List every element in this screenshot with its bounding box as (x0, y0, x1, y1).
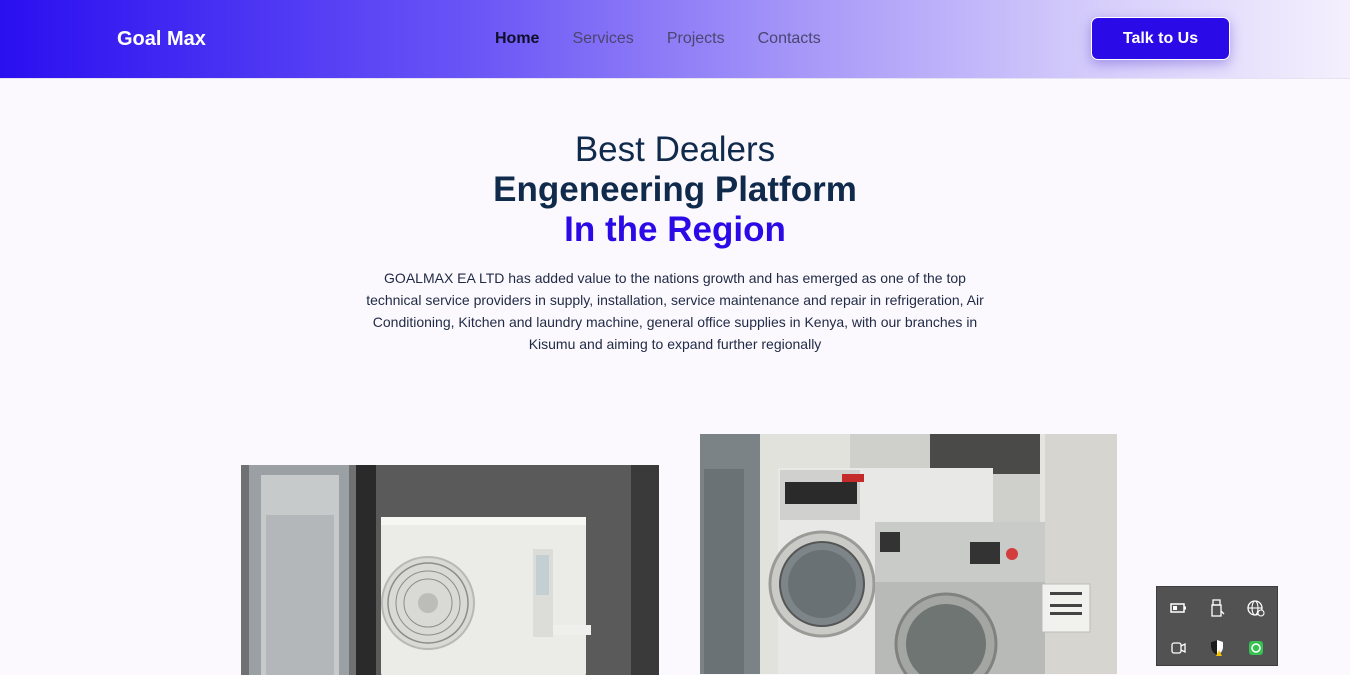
usb-drive-icon[interactable] (1206, 597, 1228, 619)
nav-item-services[interactable]: Services (572, 30, 633, 48)
air-conditioner-outdoor-unit-photo (241, 465, 659, 675)
talk-to-us-button[interactable]: Talk to Us (1091, 17, 1230, 60)
nav-item-projects[interactable]: Projects (667, 30, 725, 48)
laundry-machines-photo (700, 434, 1117, 674)
battery-icon[interactable] (1167, 597, 1189, 619)
hero-line-2: Engeneering Platform (493, 170, 857, 209)
hero-description: GOALMAX EA LTD has added value to the na… (366, 270, 984, 352)
top-navbar: Goal Max Home Services Projects Contacts… (0, 0, 1350, 79)
hero-heading: Best Dealers Engeneering Platform In the… (0, 130, 1350, 250)
system-tray-overflow (1156, 586, 1278, 666)
nav-item-contacts[interactable]: Contacts (758, 30, 821, 48)
brand-logo[interactable]: Goal Max (117, 28, 206, 51)
main-menu: Home Services Projects Contacts (495, 30, 854, 48)
green-app-icon[interactable] (1245, 637, 1267, 659)
hero-line-3: In the Region (564, 210, 786, 249)
camera-icon[interactable] (1167, 637, 1189, 659)
hero-line-1: Best Dealers (574, 130, 776, 169)
nav-item-home[interactable]: Home (495, 30, 539, 48)
network-globe-icon[interactable] (1245, 597, 1267, 619)
security-shield-icon[interactable] (1206, 637, 1228, 659)
